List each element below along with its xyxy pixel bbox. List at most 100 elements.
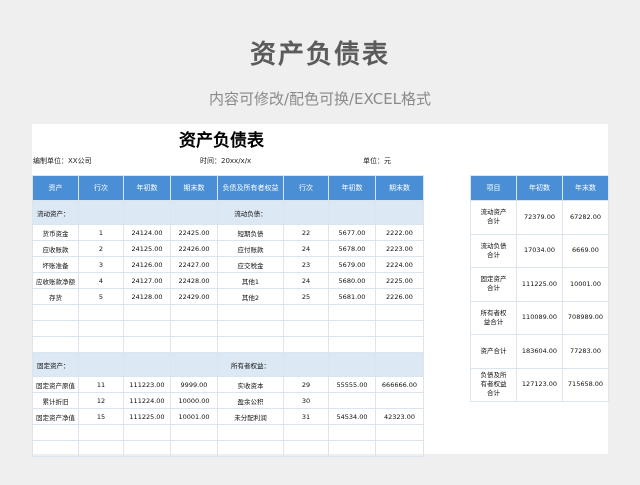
table-cell[interactable] bbox=[283, 336, 329, 353]
table-cell[interactable] bbox=[375, 392, 424, 409]
summary-cell[interactable]: 10001.00 bbox=[562, 267, 609, 302]
table-cell[interactable] bbox=[170, 424, 218, 441]
table-cell[interactable]: 22428.00 bbox=[170, 272, 218, 289]
table-cell[interactable] bbox=[328, 440, 376, 457]
table-cell[interactable] bbox=[78, 440, 124, 457]
table-cell[interactable] bbox=[375, 440, 424, 457]
table-cell[interactable]: 55555.00 bbox=[328, 376, 376, 393]
column-header[interactable]: 行次 bbox=[283, 175, 329, 201]
table-cell[interactable] bbox=[283, 304, 329, 321]
table-cell[interactable]: 42323.00 bbox=[375, 408, 424, 425]
table-cell[interactable]: 5 bbox=[78, 288, 124, 305]
table-cell[interactable] bbox=[217, 424, 284, 441]
summary-cell[interactable]: 183604.00 bbox=[516, 334, 563, 369]
table-cell[interactable]: 24 bbox=[283, 272, 329, 289]
table-cell[interactable] bbox=[328, 336, 376, 353]
table-cell[interactable]: 5678.00 bbox=[328, 240, 376, 257]
table-cell[interactable] bbox=[283, 352, 329, 377]
table-cell[interactable] bbox=[328, 352, 376, 377]
table-cell[interactable]: 24127.00 bbox=[123, 272, 171, 289]
table-cell[interactable] bbox=[78, 424, 124, 441]
table-cell[interactable] bbox=[217, 336, 284, 353]
table-cell[interactable]: 54534.00 bbox=[328, 408, 376, 425]
table-cell[interactable] bbox=[78, 320, 124, 337]
column-header[interactable]: 年初数 bbox=[328, 175, 376, 201]
summary-item-label[interactable]: 流动负债合计 bbox=[470, 233, 517, 268]
table-cell[interactable]: 24125.00 bbox=[123, 240, 171, 257]
table-cell[interactable] bbox=[283, 320, 329, 337]
table-cell[interactable] bbox=[78, 200, 124, 225]
table-cell[interactable]: 其他2 bbox=[217, 288, 284, 305]
table-cell[interactable]: 24126.00 bbox=[123, 256, 171, 273]
table-cell[interactable]: 坏账准备 bbox=[32, 256, 79, 273]
table-cell[interactable]: 31 bbox=[283, 408, 329, 425]
table-cell[interactable] bbox=[32, 320, 79, 337]
summary-cell[interactable]: 127123.00 bbox=[516, 367, 563, 402]
table-cell[interactable] bbox=[78, 304, 124, 321]
summary-item-label[interactable]: 固定资产合计 bbox=[470, 267, 517, 302]
table-cell[interactable] bbox=[375, 424, 424, 441]
table-cell[interactable] bbox=[328, 200, 376, 225]
table-cell[interactable]: 29 bbox=[283, 376, 329, 393]
table-cell[interactable] bbox=[170, 440, 218, 457]
table-cell[interactable]: 5680.00 bbox=[328, 272, 376, 289]
table-cell[interactable] bbox=[32, 304, 79, 321]
summary-column-header[interactable]: 年末数 bbox=[562, 175, 609, 201]
summary-cell[interactable]: 111225.00 bbox=[516, 267, 563, 302]
section-label[interactable]: 流动负债： bbox=[217, 200, 284, 225]
table-cell[interactable]: 应交税金 bbox=[217, 256, 284, 273]
column-header[interactable]: 负债及所有者权益 bbox=[217, 175, 284, 201]
table-cell[interactable] bbox=[217, 304, 284, 321]
table-cell[interactable]: 11 bbox=[78, 376, 124, 393]
table-cell[interactable]: 5679.00 bbox=[328, 256, 376, 273]
summary-cell[interactable]: 72379.00 bbox=[516, 200, 563, 235]
table-cell[interactable]: 22427.00 bbox=[170, 256, 218, 273]
table-cell[interactable] bbox=[32, 424, 79, 441]
table-cell[interactable]: 2224.00 bbox=[375, 256, 424, 273]
table-cell[interactable] bbox=[170, 200, 218, 225]
table-cell[interactable]: 2226.00 bbox=[375, 288, 424, 305]
summary-column-header[interactable]: 年初数 bbox=[516, 175, 563, 201]
table-cell[interactable]: 货币资金 bbox=[32, 224, 79, 241]
table-cell[interactable]: 22426.00 bbox=[170, 240, 218, 257]
table-cell[interactable]: 10000.00 bbox=[170, 392, 218, 409]
table-cell[interactable] bbox=[217, 440, 284, 457]
table-cell[interactable]: 2222.00 bbox=[375, 224, 424, 241]
table-cell[interactable]: 存货 bbox=[32, 288, 79, 305]
summary-cell[interactable]: 67282.00 bbox=[562, 200, 609, 235]
table-cell[interactable] bbox=[375, 320, 424, 337]
table-cell[interactable] bbox=[170, 352, 218, 377]
table-cell[interactable]: 2223.00 bbox=[375, 240, 424, 257]
table-cell[interactable] bbox=[123, 304, 171, 321]
currency-unit-value[interactable]: 元 bbox=[384, 157, 391, 165]
table-cell[interactable] bbox=[123, 440, 171, 457]
table-cell[interactable]: 22 bbox=[283, 224, 329, 241]
summary-cell[interactable]: 17034.00 bbox=[516, 233, 563, 268]
summary-cell[interactable]: 708989.00 bbox=[562, 300, 609, 335]
table-cell[interactable]: 1 bbox=[78, 224, 124, 241]
table-cell[interactable] bbox=[375, 352, 424, 377]
summary-item-label[interactable]: 所有者权益合计 bbox=[470, 300, 517, 335]
column-header[interactable]: 期末数 bbox=[375, 175, 424, 201]
table-cell[interactable] bbox=[32, 440, 79, 457]
table-cell[interactable]: 30 bbox=[283, 392, 329, 409]
table-cell[interactable] bbox=[123, 352, 171, 377]
table-cell[interactable]: 10001.00 bbox=[170, 408, 218, 425]
table-cell[interactable] bbox=[217, 320, 284, 337]
table-cell[interactable] bbox=[375, 200, 424, 225]
table-cell[interactable]: 2225.00 bbox=[375, 272, 424, 289]
column-header[interactable]: 年初数 bbox=[123, 175, 171, 201]
table-cell[interactable]: 4 bbox=[78, 272, 124, 289]
table-cell[interactable] bbox=[123, 320, 171, 337]
summary-cell[interactable]: 6669.00 bbox=[562, 233, 609, 268]
table-cell[interactable]: 24 bbox=[283, 240, 329, 257]
table-cell[interactable] bbox=[170, 304, 218, 321]
table-cell[interactable]: 短期负债 bbox=[217, 224, 284, 241]
table-cell[interactable] bbox=[78, 352, 124, 377]
summary-item-label[interactable]: 流动资产合计 bbox=[470, 200, 517, 235]
summary-cell[interactable]: 77283.00 bbox=[562, 334, 609, 369]
prepared-by-value[interactable]: XX公司 bbox=[68, 157, 92, 165]
table-cell[interactable] bbox=[283, 200, 329, 225]
report-date-value[interactable]: 20xx/x/x bbox=[221, 157, 251, 165]
summary-item-label[interactable]: 负债及所有者权益合计 bbox=[470, 367, 517, 402]
